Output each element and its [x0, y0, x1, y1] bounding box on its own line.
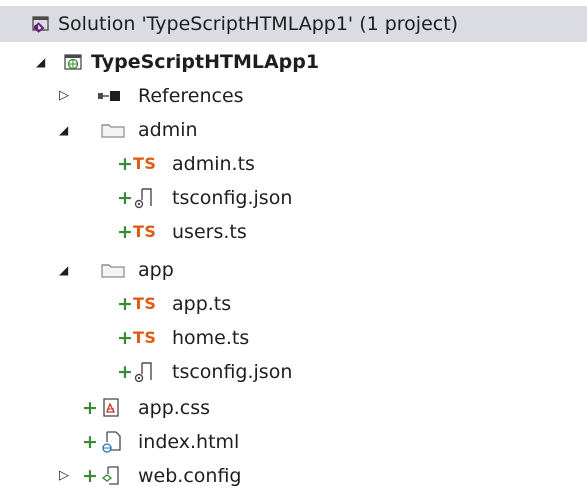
pending-add-icon: +: [117, 361, 133, 383]
pending-add-icon: +: [117, 293, 133, 315]
tree-row-file-app-ts[interactable]: + TS app.ts: [0, 287, 587, 321]
tree-row-file-admin-tsconfig[interactable]: + tsconfig.json: [0, 181, 587, 215]
file-label: tsconfig.json: [172, 187, 293, 209]
file-label: index.html: [138, 431, 240, 453]
project-label: TypeScriptHTMLApp1: [91, 51, 320, 73]
file-label: app.ts: [172, 293, 232, 315]
stylesheet-file-icon: [100, 391, 122, 425]
expand-arrow-icon[interactable]: ▷: [59, 79, 69, 113]
folder-label: app: [138, 259, 174, 281]
pending-add-icon: +: [117, 153, 133, 175]
file-label: home.ts: [172, 327, 250, 349]
typescript-file-icon: TS: [133, 154, 157, 173]
pending-add-icon: +: [117, 187, 133, 209]
file-label: users.ts: [172, 221, 247, 243]
config-file-icon: [133, 355, 157, 389]
tree-row-file-admin-ts[interactable]: + TS admin.ts: [0, 147, 587, 181]
pending-add-icon: +: [117, 221, 133, 243]
folder-icon: [100, 113, 126, 147]
tree-row-file-app-css[interactable]: + app.css: [0, 391, 587, 425]
typescript-file-icon: TS: [133, 294, 157, 313]
web-project-globe-icon: [63, 45, 83, 79]
tree-row-project[interactable]: ◢ TypeScriptHTMLApp1: [0, 45, 587, 79]
tree-row-file-app-tsconfig[interactable]: + tsconfig.json: [0, 355, 587, 389]
tree-row-folder-app[interactable]: ◢ app: [0, 253, 587, 287]
pending-add-icon: +: [82, 431, 98, 453]
collapse-arrow-icon[interactable]: ◢: [59, 253, 68, 287]
typescript-file-icon: TS: [133, 222, 157, 241]
visual-studio-solution-icon: [30, 6, 50, 42]
tree-row-folder-admin[interactable]: ◢ admin: [0, 113, 587, 147]
typescript-file-icon: TS: [133, 328, 157, 347]
references-icon: [96, 79, 128, 113]
file-label: admin.ts: [172, 153, 255, 175]
tree-row-solution[interactable]: Solution 'TypeScriptHTMLApp1' (1 project…: [0, 6, 587, 42]
tree-row-file-home-ts[interactable]: + TS home.ts: [0, 321, 587, 355]
folder-icon: [100, 253, 126, 287]
collapse-arrow-icon[interactable]: ◢: [59, 113, 68, 147]
html-file-icon: [100, 425, 124, 459]
solution-explorer-tree: Solution 'TypeScriptHTMLApp1' (1 project…: [0, 0, 587, 488]
collapse-arrow-icon[interactable]: ◢: [36, 45, 45, 79]
pending-add-icon: +: [117, 327, 133, 349]
config-file-icon: [133, 181, 157, 215]
solution-label: Solution 'TypeScriptHTMLApp1' (1 project…: [58, 13, 459, 35]
references-label: References: [138, 85, 244, 107]
tree-row-file-users-ts[interactable]: + TS users.ts: [0, 215, 587, 249]
file-label: tsconfig.json: [172, 361, 293, 383]
tree-row-references[interactable]: ▷ References: [0, 79, 587, 113]
file-label: app.css: [138, 397, 211, 419]
tree-row-file-index-html[interactable]: + index.html: [0, 425, 587, 459]
pending-add-icon: +: [82, 397, 98, 419]
folder-label: admin: [138, 119, 198, 141]
